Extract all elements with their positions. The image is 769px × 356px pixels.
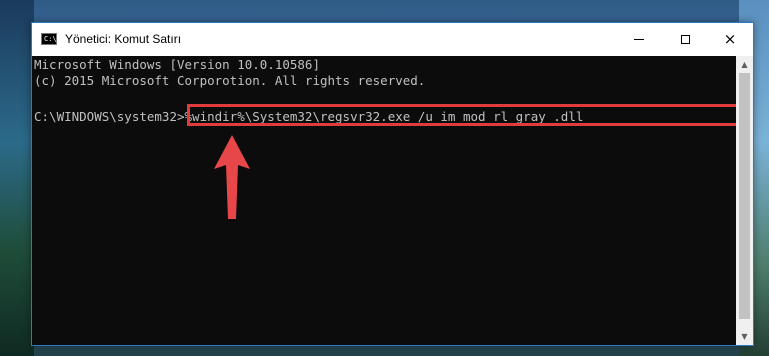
- console-output[interactable]: Microsoft Windows [Version 10.0.10586] (…: [32, 56, 739, 345]
- up-arrow-icon: [214, 135, 250, 219]
- maximize-icon: [680, 35, 690, 44]
- console-line: (c) 2015 Microsoft Corporotion. All righ…: [34, 73, 426, 88]
- scroll-down-icon[interactable]: ▼: [736, 328, 753, 345]
- command-prompt-window[interactable]: C:\ Yönetici: Komut Satırı × Microsoft W…: [31, 22, 754, 346]
- title-bar[interactable]: C:\ Yönetici: Komut Satırı ×: [32, 23, 753, 56]
- maximize-button[interactable]: [662, 23, 708, 56]
- command-highlight-box: [187, 104, 739, 126]
- close-button[interactable]: ×: [707, 23, 753, 56]
- minimize-button[interactable]: [616, 23, 662, 56]
- scroll-up-icon[interactable]: ▲: [736, 56, 753, 73]
- console-line: Microsoft Windows [Version 10.0.10586]: [34, 57, 320, 72]
- cmd-icon[interactable]: C:\: [41, 33, 57, 45]
- scrollbar-thumb[interactable]: [739, 73, 750, 319]
- prompt-text: C:\WINDOWS\system32>: [34, 109, 185, 124]
- minimize-icon: [634, 39, 644, 40]
- close-icon: ×: [723, 30, 737, 48]
- vertical-scrollbar[interactable]: ▲ ▼: [736, 56, 753, 345]
- desktop-background-left: [0, 0, 34, 356]
- window-title: Yönetici: Komut Satırı: [65, 32, 182, 46]
